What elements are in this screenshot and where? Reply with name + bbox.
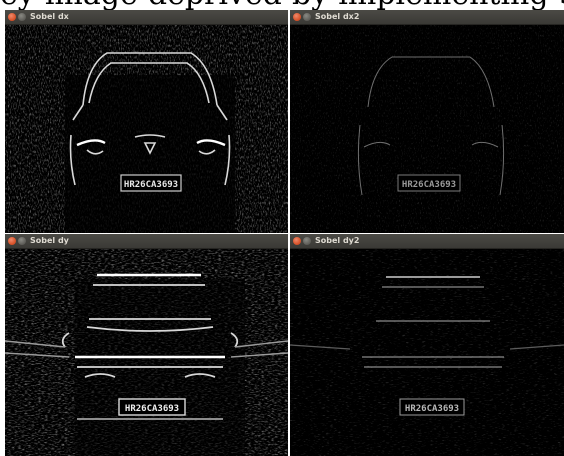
window-titlebar[interactable]: Sobel dx2: [290, 10, 564, 25]
window-sobel-dy[interactable]: Sobel dy HR26CA3693: [5, 234, 288, 456]
svg-text:HR26CA3693: HR26CA3693: [125, 404, 179, 414]
license-plate: HR26CA3693: [399, 398, 465, 416]
sobel-dy-image: HR26CA3693: [5, 249, 288, 456]
close-icon[interactable]: [293, 237, 301, 245]
image-view: HR26CA3693: [5, 25, 288, 233]
window-title: Sobel dy: [30, 236, 69, 245]
sobel-dx2-image: HR26CA3693: [290, 25, 564, 233]
license-plate: HR26CA3693: [120, 174, 182, 192]
caption-strip: ey-image-deprived-by-implementing-Sobel-…: [0, 0, 564, 10]
window-titlebar[interactable]: Sobel dy2: [290, 234, 564, 249]
window-sobel-dx[interactable]: Sobel dx HR26CA3693: [5, 10, 288, 233]
caption-text: ey-image-deprived-by-implementing-Sobel-…: [0, 0, 564, 10]
svg-text:HR26CA3693: HR26CA3693: [402, 180, 456, 190]
image-view: HR26CA3693: [5, 249, 288, 456]
window-title: Sobel dy2: [315, 236, 360, 245]
close-icon[interactable]: [293, 13, 301, 21]
minimize-icon[interactable]: [303, 237, 311, 245]
window-title: Sobel dx: [30, 12, 69, 21]
minimize-icon[interactable]: [18, 13, 26, 21]
minimize-icon[interactable]: [303, 13, 311, 21]
close-icon[interactable]: [8, 237, 16, 245]
window-sobel-dy2[interactable]: Sobel dy2 HR26CA3693: [290, 234, 564, 456]
window-titlebar[interactable]: Sobel dy: [5, 234, 288, 249]
sobel-dx-image: HR26CA3693: [5, 25, 288, 233]
image-view: HR26CA3693: [290, 25, 564, 233]
window-titlebar[interactable]: Sobel dx: [5, 10, 288, 25]
license-plate: HR26CA3693: [397, 174, 461, 192]
window-title: Sobel dx2: [315, 12, 360, 21]
svg-text:HR26CA3693: HR26CA3693: [405, 404, 459, 414]
sobel-dy2-image: HR26CA3693: [290, 249, 564, 456]
window-sobel-dx2[interactable]: Sobel dx2 HR26CA3693: [290, 10, 564, 233]
minimize-icon[interactable]: [18, 237, 26, 245]
close-icon[interactable]: [8, 13, 16, 21]
image-view: HR26CA3693: [290, 249, 564, 456]
license-plate: HR26CA3693: [118, 398, 186, 416]
svg-text:HR26CA3693: HR26CA3693: [124, 180, 178, 190]
